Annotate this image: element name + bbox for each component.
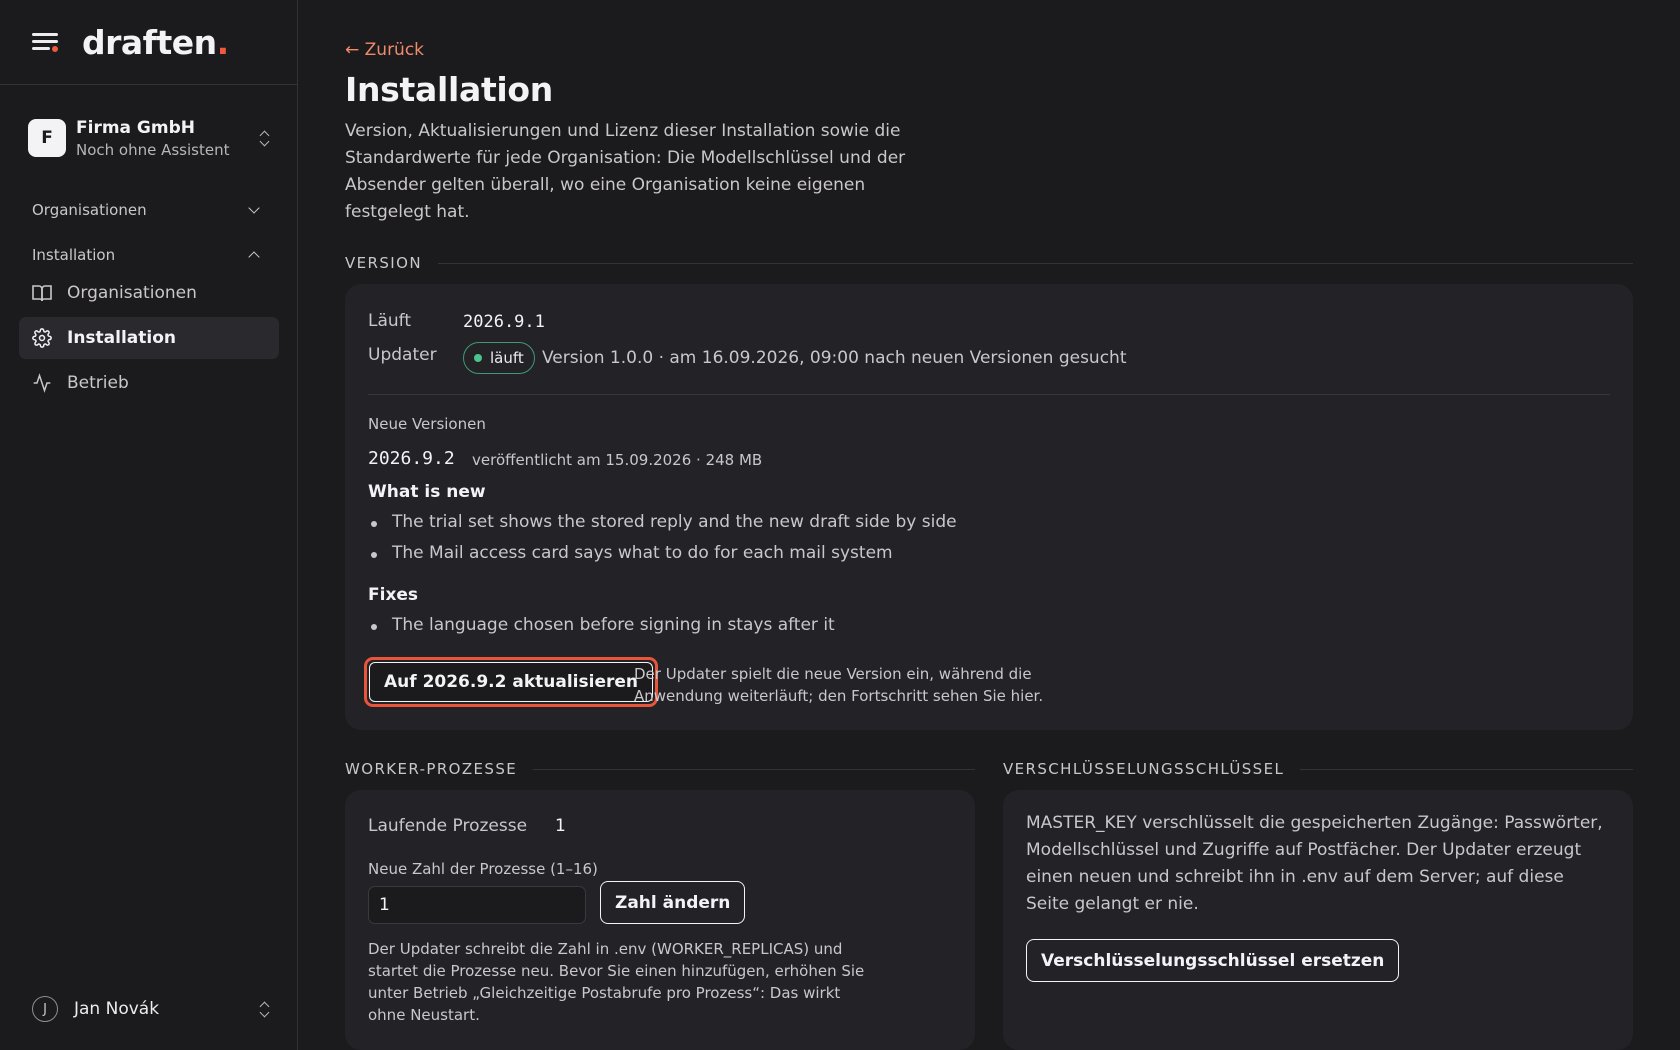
logo-dot: . bbox=[216, 22, 230, 62]
new-version-meta: veröffentlicht am 15.09.2026 · 248 MB bbox=[472, 451, 763, 469]
org-name: Firma GmbH bbox=[76, 117, 195, 138]
nav-group-installation[interactable]: Installation bbox=[32, 244, 264, 266]
new-version: 2026.9.2 bbox=[368, 448, 455, 469]
logo-text: draften bbox=[82, 22, 217, 62]
whats-new-title: What is new bbox=[368, 482, 486, 502]
user-name: Jan Novák bbox=[74, 999, 160, 1019]
status-dot-icon bbox=[474, 354, 482, 362]
chevron-down-icon bbox=[248, 202, 260, 214]
page-title: Installation bbox=[345, 70, 553, 109]
main-content: ← Zurück Installation Version, Aktualisi… bbox=[345, 0, 1633, 1050]
org-avatar: F bbox=[28, 119, 66, 157]
workers-card: Laufende Prozesse 1 Neue Zahl der Prozes… bbox=[345, 790, 975, 1050]
section-version-label: VERSION bbox=[345, 254, 1633, 272]
list-item: The language chosen before signing in st… bbox=[368, 615, 835, 635]
logo[interactable]: draften. bbox=[82, 23, 229, 62]
new-versions-label: Neue Versionen bbox=[368, 415, 486, 433]
process-count-input[interactable] bbox=[368, 886, 586, 924]
list-item: The trial set shows the stored reply and… bbox=[368, 512, 957, 532]
running-processes-label: Laufende Prozesse bbox=[368, 816, 528, 836]
gear-icon bbox=[32, 328, 52, 348]
brand-bar: draften. bbox=[0, 0, 297, 85]
sidebar-item-label: Betrieb bbox=[67, 373, 129, 393]
running-label: Läuft bbox=[368, 311, 412, 331]
sidebar-item-installation[interactable]: Installation bbox=[19, 317, 279, 359]
version-card: Läuft 2026.9.1 Updater läuft Version 1.0… bbox=[345, 284, 1633, 730]
update-hint: Der Updater spielt die neue Version ein,… bbox=[634, 665, 1044, 705]
running-processes-value: 1 bbox=[555, 816, 566, 836]
sidebar-item-label: Organisationen bbox=[67, 283, 197, 303]
nav-group-label: Installation bbox=[32, 246, 116, 264]
update-button[interactable]: Auf 2026.9.2 aktualisieren bbox=[369, 662, 654, 702]
divider bbox=[368, 394, 1610, 395]
sidebar-item-organisationen[interactable]: Organisationen bbox=[19, 272, 279, 314]
org-subtitle: Noch ohne Assistent bbox=[76, 140, 230, 159]
section-encryption-label: VERSCHLÜSSELUNGSSCHLÜSSEL bbox=[1003, 760, 1633, 778]
org-switcher[interactable]: F Firma GmbH Noch ohne Assistent bbox=[28, 116, 272, 160]
nav-group-organisationen[interactable]: Organisationen bbox=[32, 199, 264, 221]
encryption-description: MASTER_KEY verschlüsselt die gespeichert… bbox=[1026, 813, 1603, 914]
replace-key-button[interactable]: Verschlüsselungsschlüssel ersetzen bbox=[1026, 939, 1400, 982]
menu-icon[interactable] bbox=[32, 31, 60, 53]
sidebar-item-betrieb[interactable]: Betrieb bbox=[19, 362, 279, 404]
chevron-updown-icon bbox=[258, 128, 272, 148]
update-button-focus-ring: Auf 2026.9.2 aktualisieren bbox=[364, 657, 659, 707]
user-avatar: J bbox=[32, 996, 58, 1022]
activity-icon bbox=[32, 373, 52, 393]
fixes-title: Fixes bbox=[368, 585, 419, 605]
sidebar-item-label: Installation bbox=[67, 328, 177, 348]
nav-group-label: Organisationen bbox=[32, 201, 147, 219]
process-count-label: Neue Zahl der Prozesse (1–16) bbox=[368, 860, 598, 878]
updater-label: Updater bbox=[368, 345, 437, 365]
updater-info: Version 1.0.0 · am 16.09.2026, 09:00 nac… bbox=[542, 348, 1127, 368]
chevron-updown-icon bbox=[258, 999, 272, 1019]
change-count-button[interactable]: Zahl ändern bbox=[600, 881, 746, 924]
page-description: Version, Aktualisierungen und Lizenz die… bbox=[345, 121, 906, 222]
user-menu[interactable]: J Jan Novák bbox=[32, 994, 272, 1024]
chevron-up-icon bbox=[248, 251, 260, 263]
running-version: 2026.9.1 bbox=[463, 312, 545, 332]
back-link[interactable]: ← Zurück bbox=[345, 40, 424, 60]
sidebar: draften. F Firma GmbH Noch ohne Assisten… bbox=[0, 0, 298, 1050]
encryption-card: MASTER_KEY verschlüsselt die gespeichert… bbox=[1003, 790, 1633, 1050]
workers-hint: Der Updater schreibt die Zahl in .env (W… bbox=[368, 940, 865, 1024]
section-workers-label: WORKER-PROZESSE bbox=[345, 760, 975, 778]
status-badge: läuft bbox=[463, 342, 535, 374]
list-item: The Mail access card says what to do for… bbox=[368, 543, 893, 563]
book-icon bbox=[32, 283, 52, 303]
